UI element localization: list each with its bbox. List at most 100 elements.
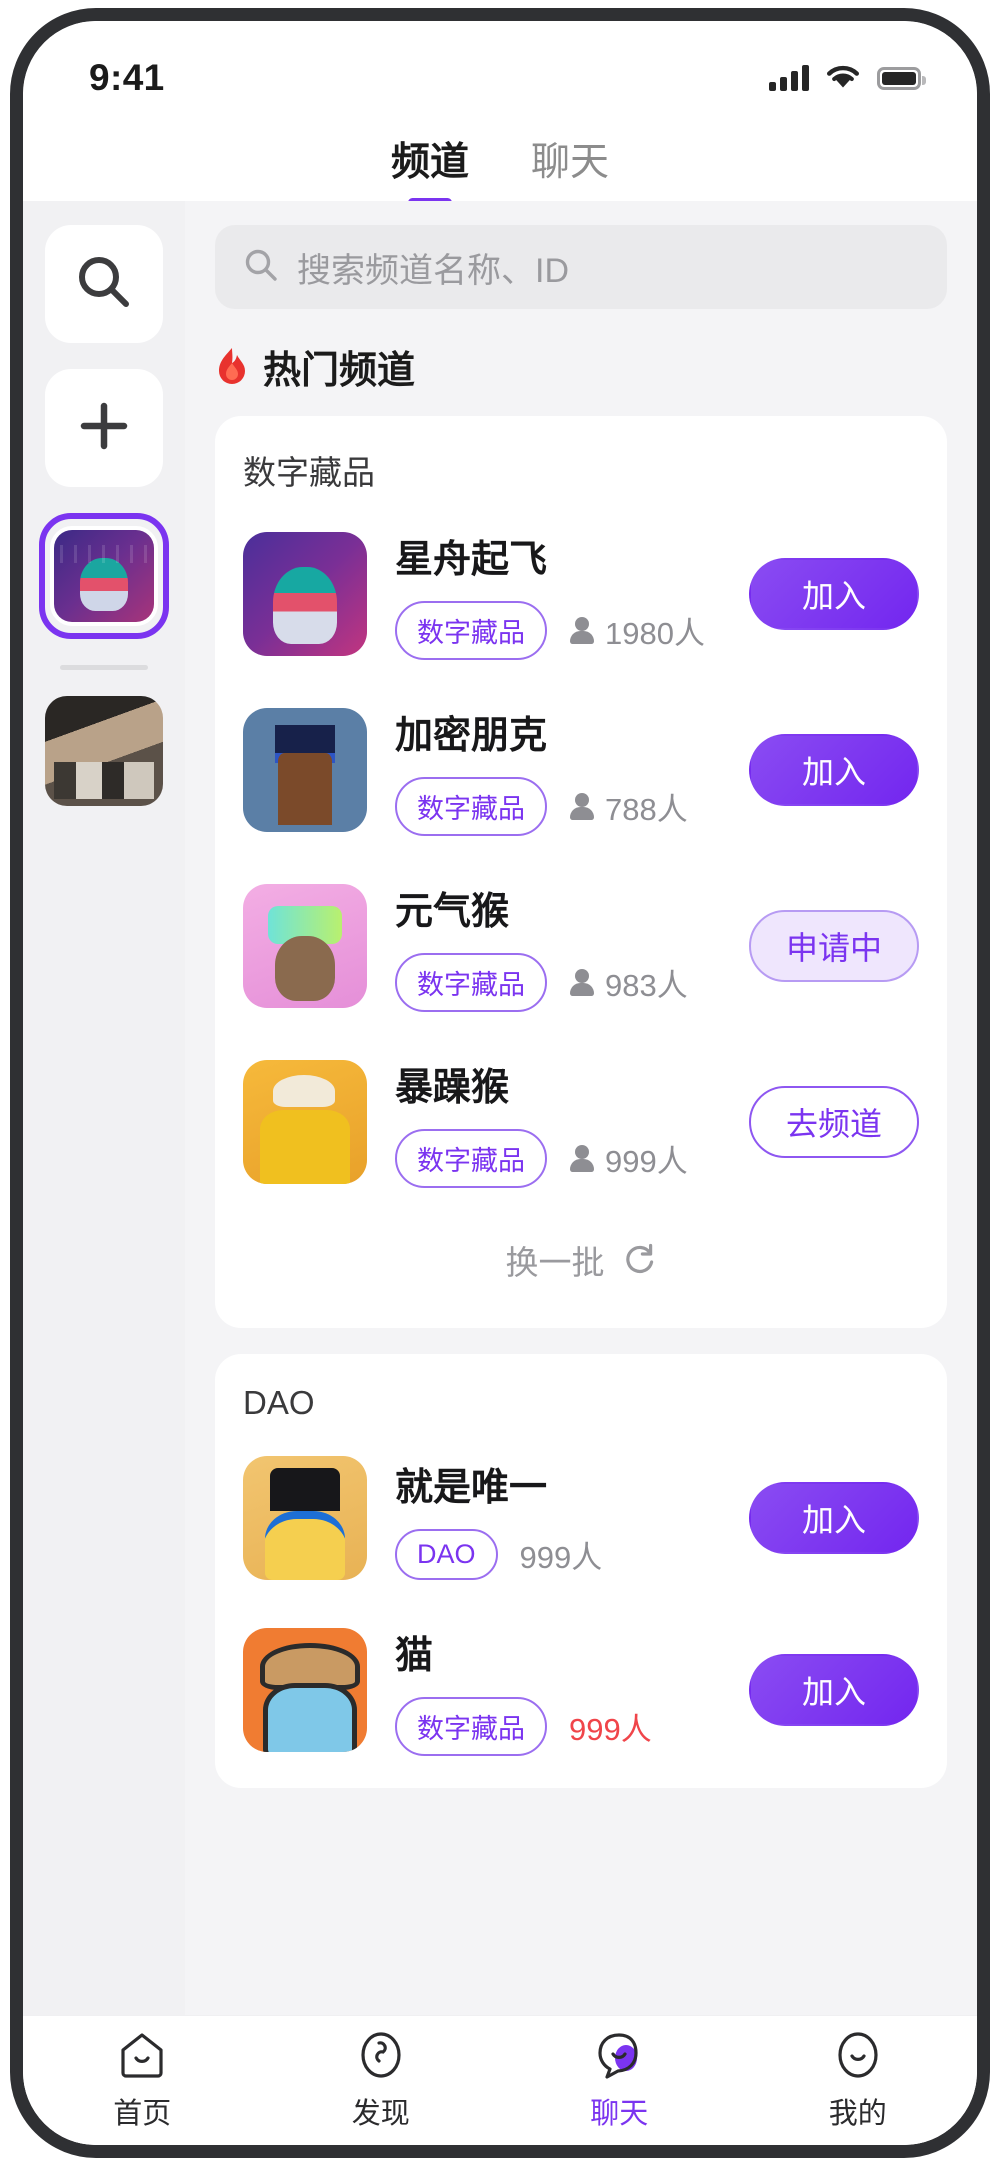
refresh-icon	[621, 1240, 657, 1281]
signal-bars-icon	[769, 65, 809, 91]
nav-item-profile[interactable]: 我的	[768, 2030, 948, 2132]
channel-tag: DAO	[395, 1529, 498, 1580]
person-icon	[569, 616, 595, 645]
tab-chat[interactable]: 聊天	[525, 131, 615, 187]
nav-item-discover-label: 发现	[351, 2098, 410, 2130]
channel-tag: 数字藏品	[395, 601, 547, 660]
search-wrap: 搜索频道名称、ID	[185, 201, 977, 319]
card-title: 数字藏品	[243, 454, 375, 491]
channel-tag: 数字藏品	[395, 1697, 547, 1756]
channel-member-count-label: 1980人	[605, 616, 705, 651]
tab-chat-label: 聊天	[531, 141, 610, 184]
channel-row[interactable]: 加密朋克 数字藏品 788人 加入	[243, 682, 919, 858]
office-photo-avatar	[45, 696, 163, 806]
card-title: DAO	[243, 1384, 315, 1421]
channel-thumbnail	[243, 1628, 367, 1752]
channel-info: 就是唯一 DAO 999人	[395, 1456, 721, 1580]
nav-item-home-label: 首页	[113, 2098, 172, 2130]
battery-full-icon	[877, 66, 926, 90]
person-icon	[569, 792, 595, 821]
fire-icon	[215, 347, 249, 387]
goto-channel-button[interactable]: 去频道	[749, 1086, 919, 1158]
channel-tag: 数字藏品	[395, 777, 547, 836]
rail-search-button[interactable]	[45, 225, 163, 343]
channel-meta: 数字藏品 999人	[395, 1697, 721, 1756]
channel-list-panel[interactable]: 搜索频道名称、ID 热门频道 数字藏品 星舟起飞 数字藏品 1980人 加入 加…	[185, 201, 977, 2015]
rail-server-cyber-girl[interactable]	[39, 513, 169, 639]
cyber-girl-avatar	[50, 526, 158, 626]
channel-info: 元气猴 数字藏品 983人	[395, 880, 721, 1012]
channel-member-count: 788人	[569, 784, 688, 829]
search-icon	[73, 251, 135, 318]
channel-name: 暴躁猴	[395, 1067, 510, 1109]
rail-divider	[60, 665, 148, 670]
channel-thumbnail	[243, 1060, 367, 1184]
profile-icon	[832, 2030, 884, 2082]
channel-tag: 数字藏品	[395, 1129, 547, 1188]
channel-info: 暴躁猴 数字藏品 999人	[395, 1056, 721, 1188]
search-icon	[243, 247, 279, 288]
channel-name: 猫	[395, 1635, 434, 1677]
pending-button[interactable]: 申请中	[749, 910, 919, 982]
rail-server-office[interactable]	[45, 696, 163, 806]
search-input[interactable]: 搜索频道名称、ID	[215, 225, 947, 309]
channel-card-nft: 数字藏品 星舟起飞 数字藏品 1980人 加入 加密朋克 数字藏品 788人 加…	[215, 416, 947, 1328]
channel-member-count-label: 788人	[605, 792, 688, 827]
channel-row[interactable]: 就是唯一 DAO 999人 加入	[243, 1434, 919, 1602]
channel-thumbnail	[243, 1456, 367, 1580]
channel-info: 猫 数字藏品 999人	[395, 1624, 721, 1756]
channel-row[interactable]: 星舟起飞 数字藏品 1980人 加入	[243, 506, 919, 682]
join-button[interactable]: 加入	[749, 734, 919, 806]
channel-thumbnail	[243, 708, 367, 832]
nav-item-chat[interactable]: 聊天	[529, 2030, 709, 2132]
join-button[interactable]: 加入	[749, 1654, 919, 1726]
channel-thumbnail	[243, 532, 367, 656]
status-time: 9:41	[89, 57, 165, 98]
top-tab-bar: 频道 聊天	[23, 117, 977, 207]
bottom-nav-bar: 首页 发现 聊天 我的	[23, 2015, 977, 2145]
section-header-hot-label: 热门频道	[263, 350, 416, 392]
channel-meta: 数字藏品 788人	[395, 777, 721, 836]
channel-name: 加密朋克	[395, 715, 548, 757]
refresh-batch-button[interactable]: 换一批	[243, 1210, 919, 1318]
channel-row[interactable]: 暴躁猴 数字藏品 999人 去频道	[243, 1034, 919, 1210]
channel-info: 星舟起飞 数字藏品 1980人	[395, 528, 721, 660]
wifi-icon	[825, 62, 861, 94]
channel-member-count: 1980人	[569, 608, 705, 653]
channel-member-count: 983人	[569, 960, 688, 1005]
refresh-batch-label: 换一批	[505, 1244, 605, 1281]
compass-icon	[355, 2030, 407, 2082]
status-icons	[769, 62, 926, 94]
channel-name: 星舟起飞	[395, 539, 548, 581]
channel-member-count-label: 999人	[519, 1540, 603, 1575]
channel-row[interactable]: 元气猴 数字藏品 983人 申请中	[243, 858, 919, 1034]
person-icon	[569, 1144, 595, 1173]
channel-meta: 数字藏品 999人	[395, 1129, 721, 1188]
channel-meta: 数字藏品 983人	[395, 953, 721, 1012]
status-bar: 9:41	[23, 21, 977, 117]
body-area: 搜索频道名称、ID 热门频道 数字藏品 星舟起飞 数字藏品 1980人 加入 加…	[23, 201, 977, 2015]
channel-tag: 数字藏品	[395, 953, 547, 1012]
section-header-hot: 热门频道	[185, 319, 977, 410]
search-placeholder: 搜索频道名称、ID	[297, 251, 569, 290]
rail-add-button[interactable]	[45, 369, 163, 487]
server-rail	[23, 201, 185, 2015]
channel-thumbnail	[243, 884, 367, 1008]
join-button[interactable]: 加入	[749, 1482, 919, 1554]
person-icon	[569, 968, 595, 997]
home-icon	[116, 2030, 168, 2082]
channel-meta: DAO 999人	[395, 1529, 721, 1580]
nav-item-profile-label: 我的	[828, 2098, 887, 2130]
plus-icon	[75, 397, 133, 460]
join-button[interactable]: 加入	[749, 558, 919, 630]
nav-item-discover[interactable]: 发现	[291, 2030, 471, 2132]
channel-card-dao: DAO 就是唯一 DAO 999人 加入 猫 数字藏品 999人 加入	[215, 1354, 947, 1788]
nav-item-chat-label: 聊天	[590, 2098, 649, 2130]
channel-member-count: 999人	[569, 1136, 688, 1181]
tab-channels[interactable]: 频道	[385, 131, 475, 207]
channel-meta: 数字藏品 1980人	[395, 601, 721, 660]
channel-row[interactable]: 猫 数字藏品 999人 加入	[243, 1602, 919, 1778]
channel-info: 加密朋克 数字藏品 788人	[395, 704, 721, 836]
nav-item-home[interactable]: 首页	[52, 2030, 232, 2132]
channel-name: 就是唯一	[395, 1467, 548, 1509]
